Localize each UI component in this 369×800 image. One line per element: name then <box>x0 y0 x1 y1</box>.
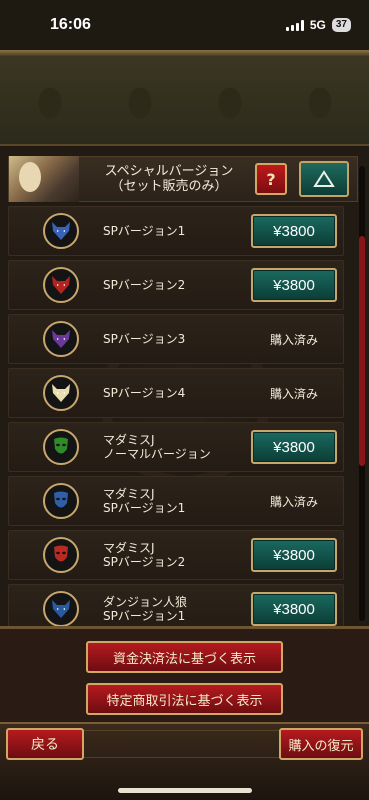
product-icon-badge <box>43 213 79 249</box>
section-title: スペシャルバージョン （セット販売のみ） <box>104 164 234 194</box>
product-icon-badge <box>43 537 79 573</box>
frame-border <box>0 50 369 56</box>
product-row: ダンジョン人狼 SPバージョン1 ¥3800 <box>8 584 344 626</box>
status-time: 16:06 <box>50 16 91 33</box>
collapse-button[interactable] <box>299 161 349 197</box>
triangle-up-icon <box>313 170 335 187</box>
mask-icon <box>54 545 68 562</box>
purchased-status: 購入済み <box>269 386 318 401</box>
product-icon-badge <box>43 267 79 303</box>
product-row: SPバージョン1 ¥3800 <box>8 206 344 256</box>
commercial-transactions-button[interactable]: 特定商取引法に基づく表示 <box>86 683 283 715</box>
product-row: マダミスJ ノーマルバージョン ¥3800 <box>8 422 344 472</box>
wolf-icon <box>52 276 70 294</box>
buy-price-button[interactable]: ¥3800 <box>251 268 337 302</box>
buy-price-button[interactable]: ¥3800 <box>251 214 337 248</box>
wolf-icon <box>52 600 70 618</box>
product-label: SPバージョン2 <box>103 278 186 292</box>
purchased-status: 購入済み <box>269 494 318 509</box>
product-label: ダンジョン人狼 SPバージョン1 <box>103 595 188 623</box>
battery-icon: 37 <box>331 18 351 32</box>
product-row: SPバージョン3 購入済み <box>8 314 344 364</box>
special-version-header: スペシャルバージョン （セット販売のみ） ? <box>8 156 358 202</box>
product-label: SPバージョン4 <box>103 386 186 400</box>
product-icon-badge <box>43 591 79 626</box>
help-button[interactable]: ? <box>255 163 287 195</box>
wolf-icon <box>52 384 70 402</box>
wallpaper-decoration <box>0 50 369 144</box>
wolf-icon <box>52 222 70 240</box>
status-bar: 16:06 5G 37 <box>0 0 369 50</box>
product-label: SPバージョン3 <box>103 332 186 346</box>
scrollbar-thumb[interactable] <box>359 236 365 466</box>
mask-icon <box>54 437 68 454</box>
characters-thumbnail <box>9 156 79 202</box>
wolf-icon <box>52 330 70 348</box>
product-row: マダミスJ SPバージョン2 ¥3800 <box>8 530 344 580</box>
product-row: SPバージョン4 購入済み <box>8 368 344 418</box>
product-label: マダミスJ SPバージョン2 <box>103 541 186 569</box>
restore-purchases-button[interactable]: 購入の復元 <box>279 728 363 760</box>
product-icon-badge <box>43 321 79 357</box>
buy-price-button[interactable]: ¥3800 <box>251 538 337 572</box>
product-row: マダミスJ SPバージョン1 購入済み <box>8 476 344 526</box>
legal-section: 資金決済法に基づく表示 特定商取引法に基づく表示 <box>0 626 369 722</box>
home-indicator[interactable] <box>118 788 252 793</box>
bottom-ornament <box>60 730 309 758</box>
product-row: SPバージョン2 ¥3800 <box>8 260 344 310</box>
mask-icon <box>54 491 68 508</box>
purchased-status: 購入済み <box>269 332 318 347</box>
signal-icon <box>285 19 304 31</box>
product-label: SPバージョン1 <box>103 224 186 238</box>
back-button[interactable]: 戻る <box>6 728 84 760</box>
product-icon-badge <box>43 429 79 465</box>
product-list-panel[interactable]: スペシャルバージョン （セット販売のみ） ? SPバージョン1 ¥3800 SPバ… <box>0 144 369 626</box>
buy-price-button[interactable]: ¥3800 <box>251 430 337 464</box>
product-icon-badge <box>43 483 79 519</box>
product-label: マダミスJ SPバージョン1 <box>103 487 186 515</box>
bottom-bar: 戻る 購入の復元 <box>0 722 369 800</box>
network-label: 5G <box>309 18 326 32</box>
funds-settlement-button[interactable]: 資金決済法に基づく表示 <box>86 641 283 673</box>
product-label: マダミスJ ノーマルバージョン <box>103 433 211 461</box>
product-icon-badge <box>43 375 79 411</box>
status-indicators: 5G 37 <box>285 18 351 32</box>
product-rows: SPバージョン1 ¥3800 SPバージョン2 ¥3800 SPバージョン3 購入済み… <box>8 206 344 626</box>
buy-price-button[interactable]: ¥3800 <box>251 592 337 626</box>
